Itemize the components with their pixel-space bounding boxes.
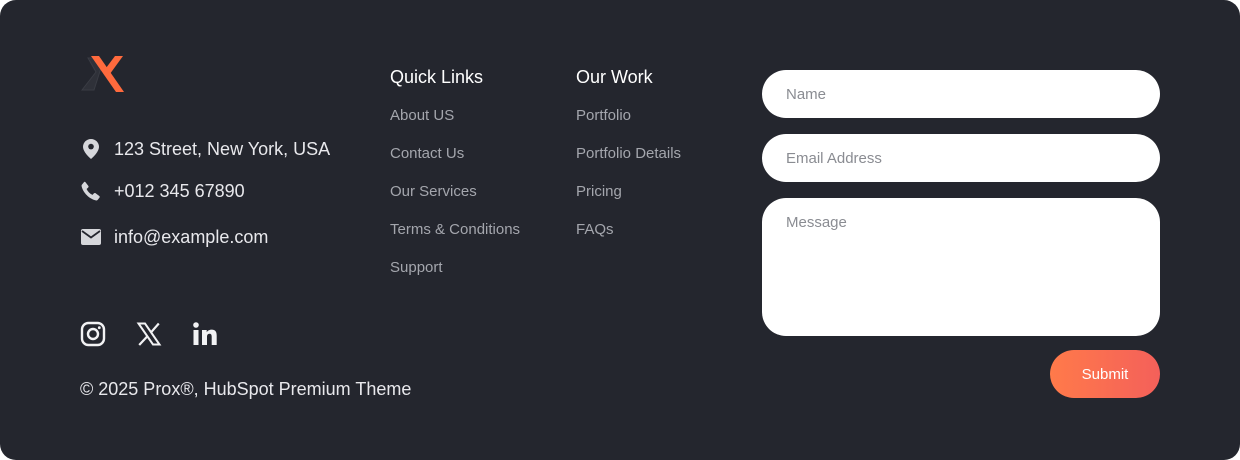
copyright-text: © 2025 Prox®, HubSpot Premium Theme <box>80 379 412 399</box>
location-pin-icon <box>80 138 102 160</box>
email-text: info@example.com <box>114 226 269 247</box>
quick-link-terms[interactable]: Terms & Conditions <box>390 221 520 259</box>
quick-link-about[interactable]: About US <box>390 107 520 145</box>
x-icon[interactable] <box>136 321 162 347</box>
social-links <box>80 321 248 347</box>
address-row: 123 Street, New York, USA <box>80 138 330 160</box>
email-row: info@example.com <box>80 226 268 248</box>
quick-link-contact[interactable]: Contact Us <box>390 145 520 183</box>
quick-links-column: Quick Links About US Contact Us Our Serv… <box>390 67 520 297</box>
work-link-faqs[interactable]: FAQs <box>576 221 681 259</box>
work-link-portfolio[interactable]: Portfolio <box>576 107 681 145</box>
quick-link-support[interactable]: Support <box>390 259 520 297</box>
name-field[interactable] <box>762 70 1160 118</box>
work-link-portfolio-details[interactable]: Portfolio Details <box>576 145 681 183</box>
email-field[interactable] <box>762 134 1160 182</box>
linkedin-icon[interactable] <box>192 321 218 347</box>
site-footer: 123 Street, New York, USA +012 345 67890… <box>0 0 1240 460</box>
brand-logo[interactable] <box>80 54 126 94</box>
submit-button[interactable]: Submit <box>1050 350 1160 398</box>
work-link-pricing[interactable]: Pricing <box>576 183 681 221</box>
phone-text: +012 345 67890 <box>114 180 245 201</box>
phone-icon <box>80 180 102 202</box>
message-field[interactable] <box>762 198 1160 336</box>
quick-links-title: Quick Links <box>390 67 484 87</box>
envelope-icon <box>80 226 102 248</box>
contact-form: Submit <box>762 70 1160 398</box>
quick-link-services[interactable]: Our Services <box>390 183 520 221</box>
address-text: 123 Street, New York, USA <box>114 138 331 159</box>
phone-row: +012 345 67890 <box>80 180 245 202</box>
instagram-icon[interactable] <box>80 321 106 347</box>
our-work-column: Our Work Portfolio Portfolio Details Pri… <box>576 67 681 259</box>
our-work-title: Our Work <box>576 67 653 87</box>
